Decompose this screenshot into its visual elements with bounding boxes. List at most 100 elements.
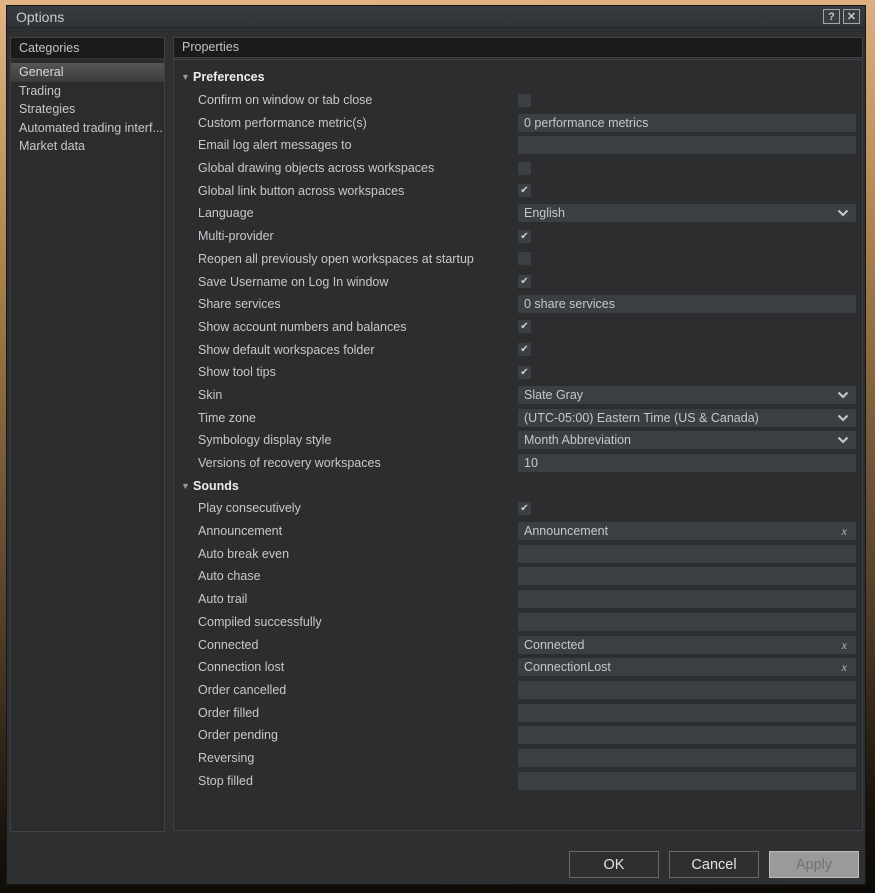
property-label: Reversing (198, 750, 255, 765)
dropdown-field[interactable]: Slate Gray (518, 385, 856, 404)
property-row: Reopen all previously open workspaces at… (174, 248, 862, 271)
property-row: Global drawing objects across workspaces (174, 157, 862, 180)
apply-button[interactable]: Apply (769, 851, 859, 878)
text-field[interactable]: 10 (518, 454, 856, 473)
property-value: 10 (518, 454, 856, 473)
text-field[interactable]: 0 performance metrics (518, 113, 856, 132)
property-label: Save Username on Log In window (198, 274, 389, 289)
checkbox[interactable]: ✔ (518, 275, 531, 289)
property-row: Email log alert messages to (174, 134, 862, 157)
category-item-trading[interactable]: Trading (11, 82, 164, 101)
titlebar[interactable]: Options ? ✕ (7, 6, 865, 28)
property-label: Symbology display style (198, 433, 332, 448)
cancel-button[interactable]: Cancel (669, 851, 759, 878)
category-item-strategies[interactable]: Strategies (11, 100, 164, 119)
property-row: Order filled (174, 701, 862, 724)
property-row: Show default workspaces folder ✔ (174, 338, 862, 361)
property-label: Email log alert messages to (198, 138, 352, 153)
property-value: ✔ (518, 184, 856, 198)
property-value: 0 share services (518, 295, 856, 314)
clear-x-icon[interactable]: x (842, 522, 847, 540)
section-collapse-icon[interactable]: ▼ (181, 481, 193, 491)
property-label: Global drawing objects across workspaces (198, 161, 435, 176)
chevron-down-icon (837, 414, 849, 422)
properties-panel: ▼ Preferences Confirm on window or tab clo… (173, 59, 863, 831)
property-row: Auto break even (174, 542, 862, 565)
sound-field[interactable] (518, 590, 856, 609)
sound-field[interactable] (518, 748, 856, 767)
property-row: Stop filled (174, 769, 862, 792)
property-value (518, 567, 856, 586)
sound-field[interactable]: Announcement x (518, 522, 856, 541)
property-label: Show tool tips (198, 365, 276, 380)
property-row: Connection lost ConnectionLost x (174, 656, 862, 679)
categories-list: General Trading Strategies Automated tradin… (11, 59, 164, 831)
text-field[interactable] (518, 136, 856, 155)
checkbox[interactable] (518, 252, 531, 266)
categories-panel: Categories General Trading Strategies Autom… (10, 37, 165, 832)
section-header[interactable]: ▼ Sounds (174, 474, 862, 497)
property-value: ✔ (518, 275, 856, 289)
sound-field[interactable] (518, 612, 856, 631)
checkbox[interactable]: ✔ (518, 343, 531, 357)
dropdown-field[interactable]: Month Abbreviation (518, 431, 856, 450)
property-label: Connected (198, 637, 259, 652)
text-field[interactable]: 0 share services (518, 295, 856, 314)
property-row: Custom performance metric(s) 0 performanc… (174, 111, 862, 134)
section-title: Preferences (193, 70, 265, 85)
sound-field[interactable] (518, 544, 856, 563)
property-label: Connection lost (198, 660, 285, 675)
checkbox[interactable] (518, 161, 531, 175)
property-value: English (518, 204, 856, 223)
sound-field[interactable] (518, 726, 856, 745)
property-label: Announcement (198, 524, 283, 539)
dropdown-field[interactable]: (UTC-05:00) Eastern Time (US & Canada) (518, 408, 856, 427)
property-label: Auto break even (198, 546, 290, 561)
ok-button[interactable]: OK (569, 851, 659, 878)
sound-field[interactable] (518, 703, 856, 722)
category-item-automated-trading-interf[interactable]: Automated trading interf... (11, 119, 164, 138)
close-icon[interactable]: ✕ (843, 9, 860, 24)
property-row: Confirm on window or tab close (174, 89, 862, 112)
property-row: Skin Slate Gray (174, 384, 862, 407)
dropdown-field[interactable]: English (518, 204, 856, 223)
checkbox[interactable]: ✔ (518, 229, 531, 243)
help-icon[interactable]: ? (823, 9, 840, 24)
property-value (518, 680, 856, 699)
category-item-general[interactable]: General (11, 63, 164, 82)
checkbox[interactable]: ✔ (518, 365, 531, 379)
sound-field[interactable] (518, 771, 856, 790)
property-label: Stop filled (198, 773, 253, 788)
categories-header: Categories (11, 38, 164, 59)
options-dialog: Options ? ✕ Categories General Trading Str… (6, 5, 866, 885)
checkbox[interactable]: ✔ (518, 184, 531, 198)
clear-x-icon[interactable]: x (842, 636, 847, 654)
checkbox[interactable] (518, 93, 531, 107)
section-header[interactable]: ▼ Preferences (174, 66, 862, 89)
text-value: 0 performance metrics (524, 115, 649, 130)
sound-field[interactable] (518, 680, 856, 699)
chevron-down-icon (837, 436, 849, 444)
section-collapse-icon[interactable]: ▼ (181, 72, 193, 82)
property-label: Global link button across workspaces (198, 183, 405, 198)
property-value (518, 703, 856, 722)
category-item-market-data[interactable]: Market data (11, 137, 164, 156)
property-row: Save Username on Log In window ✔ (174, 270, 862, 293)
sound-field[interactable]: Connected x (518, 635, 856, 654)
checkbox[interactable]: ✔ (518, 320, 531, 334)
property-row: Versions of recovery workspaces 10 (174, 452, 862, 475)
dropdown-value: (UTC-05:00) Eastern Time (US & Canada) (524, 410, 759, 425)
checkbox[interactable]: ✔ (518, 501, 531, 515)
property-value: 0 performance metrics (518, 113, 856, 132)
property-label: Custom performance metric(s) (198, 115, 367, 130)
property-label: Time zone (198, 410, 256, 425)
property-label: Confirm on window or tab close (198, 93, 373, 108)
property-row: Reversing (174, 747, 862, 770)
window-title: Options (16, 8, 65, 25)
sound-field[interactable]: ConnectionLost x (518, 658, 856, 677)
property-row: Symbology display style Month Abbreviatio… (174, 429, 862, 452)
properties-header: Properties (173, 37, 863, 58)
clear-x-icon[interactable]: x (842, 658, 847, 676)
property-value: ✔ (518, 229, 856, 243)
sound-field[interactable] (518, 567, 856, 586)
